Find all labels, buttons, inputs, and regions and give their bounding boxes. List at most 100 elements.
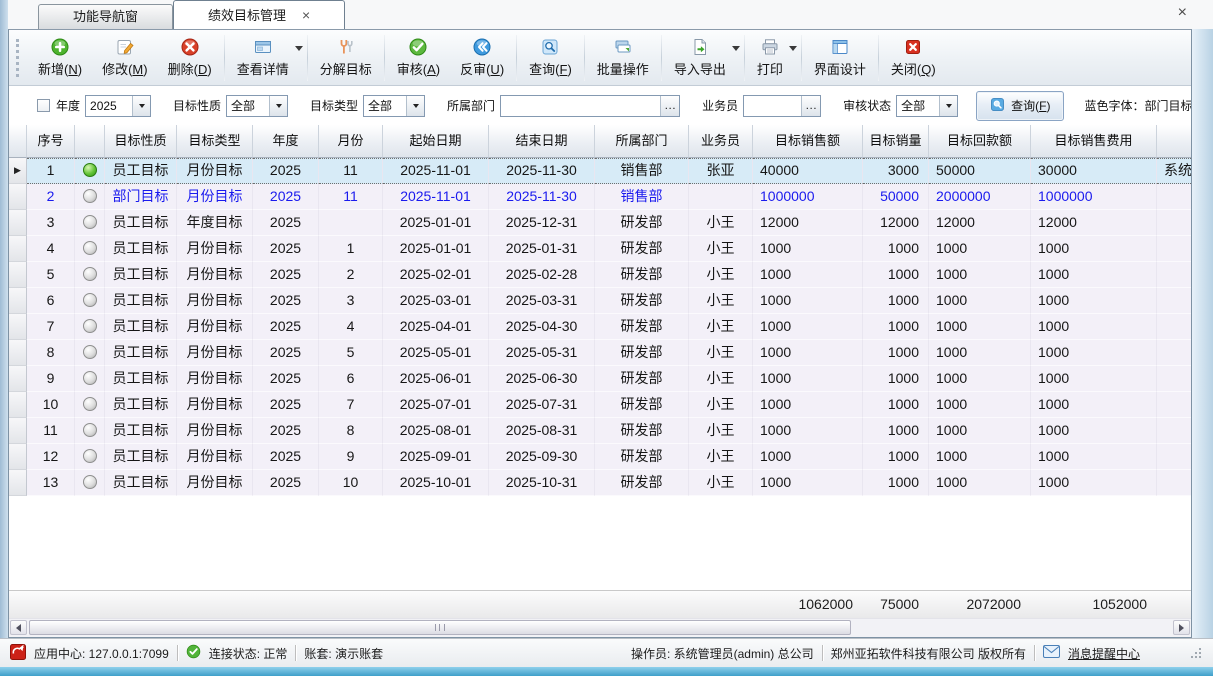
grid-cell-month[interactable]: 11 xyxy=(319,158,383,184)
grid-cell-dept[interactable]: 研发部 xyxy=(595,262,689,288)
grid-header-sales[interactable]: 目标销售额 xyxy=(753,125,863,158)
grid-cell-person[interactable]: 小王 xyxy=(689,210,753,236)
grid-cell-payment[interactable]: 50000 xyxy=(929,158,1031,184)
table-row[interactable]: 6员工目标月份目标202532025-03-012025-03-31研发部小王1… xyxy=(9,288,1191,314)
grid-cell-seq[interactable]: 3 xyxy=(27,210,75,236)
grid-cell-nature[interactable]: 员工目标 xyxy=(105,262,177,288)
grid-cell-nature[interactable]: 员工目标 xyxy=(105,210,177,236)
grid-cell-year[interactable]: 2025 xyxy=(253,210,319,236)
grid-cell-person[interactable]: 小王 xyxy=(689,392,753,418)
grid-header-selector[interactable] xyxy=(9,125,27,158)
grid-cell-seq[interactable]: 11 xyxy=(27,418,75,444)
grid-cell-type[interactable]: 月份目标 xyxy=(177,340,253,366)
tab-performance-target[interactable]: 绩效目标管理 × xyxy=(173,0,345,29)
grid-cell-dept[interactable]: 销售部 xyxy=(595,158,689,184)
table-row[interactable]: 2部门目标月份目标2025112025-11-012025-11-30销售部10… xyxy=(9,184,1191,210)
grid-cell-sales[interactable]: 1000 xyxy=(753,392,863,418)
grid-cell-status[interactable] xyxy=(75,366,105,392)
grid-cell-nature[interactable]: 员工目标 xyxy=(105,288,177,314)
grid-header-start[interactable]: 起始日期 xyxy=(383,125,489,158)
grid-header-month[interactable]: 月份 xyxy=(319,125,383,158)
row-selector-cell[interactable] xyxy=(9,340,27,366)
row-selector-cell[interactable] xyxy=(9,418,27,444)
grid-cell-year[interactable]: 2025 xyxy=(253,314,319,340)
grid-cell-end[interactable]: 2025-07-31 xyxy=(489,392,595,418)
grid-cell-end[interactable]: 2025-09-30 xyxy=(489,444,595,470)
grid-cell-month[interactable]: 6 xyxy=(319,366,383,392)
grid-cell-month[interactable]: 4 xyxy=(319,314,383,340)
grid-header-end[interactable]: 结束日期 xyxy=(489,125,595,158)
table-row[interactable]: 5员工目标月份目标202522025-02-012025-02-28研发部小王1… xyxy=(9,262,1191,288)
row-selector-cell[interactable] xyxy=(9,236,27,262)
grid-cell-volume[interactable]: 1000 xyxy=(863,418,929,444)
grid-cell-person[interactable]: 小王 xyxy=(689,288,753,314)
grid-cell-person[interactable] xyxy=(689,184,753,210)
department-lookup-button[interactable]: … xyxy=(660,96,679,116)
grid-cell-auditor[interactable] xyxy=(1157,262,1191,288)
grid-cell-start[interactable]: 2025-03-01 xyxy=(383,288,489,314)
grid-cell-volume[interactable]: 1000 xyxy=(863,470,929,496)
grid-cell-sales[interactable]: 1000000 xyxy=(753,184,863,210)
grid-cell-type[interactable]: 月份目标 xyxy=(177,236,253,262)
grid-cell-sales[interactable]: 1000 xyxy=(753,288,863,314)
filter-query-button[interactable]: 查询(F) xyxy=(976,91,1064,121)
grid-cell-volume[interactable]: 1000 xyxy=(863,392,929,418)
audit-status-select[interactable]: 全部 xyxy=(896,95,958,117)
grid-cell-type[interactable]: 月份目标 xyxy=(177,262,253,288)
grid-cell-end[interactable]: 2025-01-31 xyxy=(489,236,595,262)
row-selector-cell[interactable] xyxy=(9,470,27,496)
grid-cell-type[interactable]: 月份目标 xyxy=(177,366,253,392)
ui-design-button[interactable]: 界面设计 xyxy=(804,33,876,83)
grid-cell-start[interactable]: 2025-01-01 xyxy=(383,236,489,262)
grid-cell-expense[interactable]: 1000 xyxy=(1031,366,1157,392)
grid-cell-dept[interactable]: 研发部 xyxy=(595,210,689,236)
grid-cell-type[interactable]: 月份目标 xyxy=(177,444,253,470)
grid-header-seq[interactable]: 序号 xyxy=(27,125,75,158)
grid-cell-sales[interactable]: 1000 xyxy=(753,314,863,340)
grid-cell-auditor[interactable] xyxy=(1157,418,1191,444)
table-row[interactable]: 3员工目标年度目标20252025-01-012025-12-31研发部小王12… xyxy=(9,210,1191,236)
message-center-link[interactable]: 消息提醒中心 xyxy=(1068,645,1140,662)
grid-cell-dept[interactable]: 研发部 xyxy=(595,418,689,444)
grid-cell-start[interactable]: 2025-10-01 xyxy=(383,470,489,496)
grid-cell-year[interactable]: 2025 xyxy=(253,262,319,288)
grid-header-volume[interactable]: 目标销量 xyxy=(863,125,929,158)
scroll-left-button[interactable] xyxy=(10,620,27,635)
grid-cell-month[interactable]: 3 xyxy=(319,288,383,314)
grid-cell-nature[interactable]: 员工目标 xyxy=(105,470,177,496)
grid-cell-status[interactable] xyxy=(75,236,105,262)
grid-cell-month[interactable]: 8 xyxy=(319,418,383,444)
grid-cell-expense[interactable]: 30000 xyxy=(1031,158,1157,184)
grid-cell-year[interactable]: 2025 xyxy=(253,340,319,366)
grid-cell-year[interactable]: 2025 xyxy=(253,288,319,314)
grid-cell-dept[interactable]: 研发部 xyxy=(595,444,689,470)
grid-cell-auditor[interactable]: 系统管理员 xyxy=(1157,158,1191,184)
grid-cell-nature[interactable]: 员工目标 xyxy=(105,314,177,340)
grid-header-type[interactable]: 目标类型 xyxy=(177,125,253,158)
row-selector-cell[interactable] xyxy=(9,210,27,236)
grid-cell-end[interactable]: 2025-03-31 xyxy=(489,288,595,314)
pane-close-icon[interactable]: × xyxy=(1178,4,1187,22)
grid-cell-type[interactable]: 月份目标 xyxy=(177,288,253,314)
grid-cell-status[interactable] xyxy=(75,210,105,236)
grid-cell-sales[interactable]: 1000 xyxy=(753,444,863,470)
grid-cell-payment[interactable]: 12000 xyxy=(929,210,1031,236)
department-field[interactable]: … xyxy=(500,95,680,117)
row-selector-cell[interactable] xyxy=(9,314,27,340)
grid-cell-seq[interactable]: 6 xyxy=(27,288,75,314)
grid-cell-seq[interactable]: 5 xyxy=(27,262,75,288)
import-export-button[interactable]: 导入导出 xyxy=(664,33,736,83)
grid-cell-expense[interactable]: 1000 xyxy=(1031,392,1157,418)
grid-cell-start[interactable]: 2025-01-01 xyxy=(383,210,489,236)
grid-cell-end[interactable]: 2025-02-28 xyxy=(489,262,595,288)
year-checkbox[interactable] xyxy=(37,99,50,112)
view-details-button[interactable]: 查看详情 xyxy=(227,33,299,83)
grid-header-dept[interactable]: 所属部门 xyxy=(595,125,689,158)
row-selector-cell[interactable] xyxy=(9,288,27,314)
grid-cell-nature[interactable]: 员工目标 xyxy=(105,340,177,366)
grid-cell-sales[interactable]: 1000 xyxy=(753,366,863,392)
grid-cell-month[interactable]: 2 xyxy=(319,262,383,288)
grid-cell-nature[interactable]: 员工目标 xyxy=(105,366,177,392)
grid-cell-auditor[interactable] xyxy=(1157,340,1191,366)
salesperson-lookup-button[interactable]: … xyxy=(801,96,820,116)
